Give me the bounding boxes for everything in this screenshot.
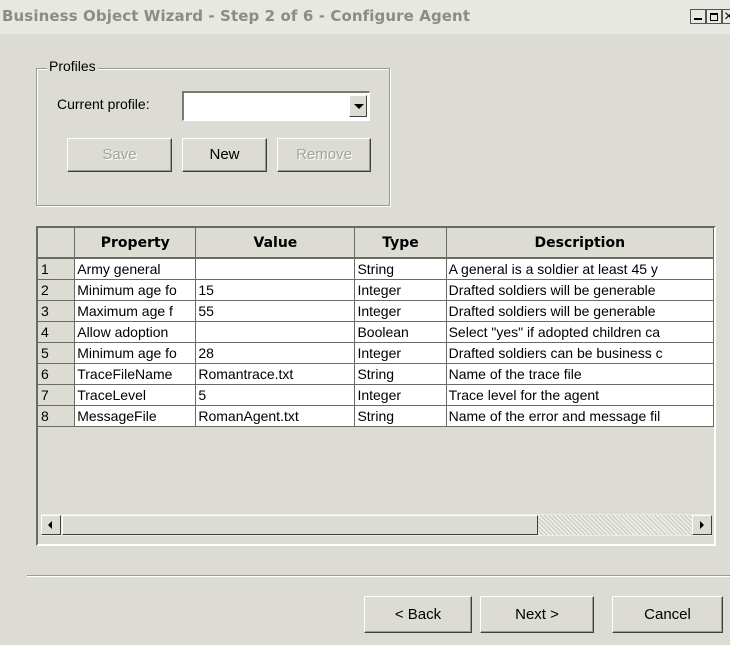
table-row[interactable]: 5 Minimum age fo 28 Integer Drafted soldiers… (38, 342, 714, 364)
property-cell[interactable]: Minimum age fo (74, 342, 197, 364)
column-header-value[interactable]: Value (195, 228, 356, 259)
description-cell[interactable]: Drafted soldiers can be business c (446, 342, 714, 364)
row-number[interactable]: 8 (38, 405, 76, 427)
description-cell[interactable]: Trace level for the agent (446, 384, 714, 406)
row-number[interactable]: 4 (38, 321, 76, 343)
value-cell[interactable] (195, 321, 356, 343)
grid-empty-area (38, 483, 714, 513)
row-number[interactable]: 5 (38, 342, 76, 364)
cancel-button[interactable]: Cancel (612, 596, 723, 633)
horizontal-scrollbar[interactable] (41, 514, 712, 536)
scroll-track[interactable] (538, 515, 692, 535)
arrow-left-icon (48, 521, 52, 529)
table-row[interactable]: 7 TraceLevel 5 Integer Trace level for the a… (38, 384, 714, 406)
description-cell[interactable]: Name of the error and message fil (446, 405, 714, 427)
row-number[interactable]: 1 (38, 258, 76, 280)
value-cell[interactable]: Romantrace.txt (195, 363, 356, 385)
row-number[interactable]: 2 (38, 279, 76, 301)
row-number[interactable]: 3 (38, 300, 76, 322)
back-button[interactable]: < Back (364, 596, 472, 633)
window-title: Business Object Wizard - Step 2 of 6 - C… (2, 7, 471, 25)
column-header-description[interactable]: Description (446, 228, 714, 259)
column-header-type[interactable]: Type (354, 228, 447, 259)
scroll-left-button[interactable] (41, 515, 61, 535)
value-cell[interactable]: 28 (195, 342, 356, 364)
property-cell[interactable]: Allow adoption (74, 321, 197, 343)
dropdown-button[interactable] (349, 95, 367, 117)
remove-button[interactable]: Remove (277, 138, 371, 172)
type-cell[interactable]: Integer (354, 384, 447, 406)
property-cell[interactable]: MessageFile (74, 405, 197, 427)
value-cell[interactable]: 5 (195, 384, 356, 406)
column-header-property[interactable]: Property (74, 228, 197, 259)
profiles-legend: Profiles (47, 58, 98, 74)
property-cell[interactable]: Army general (74, 258, 197, 280)
table-row[interactable]: 2 Minimum age fo 15 Integer Drafted soldiers… (38, 279, 714, 301)
row-number[interactable]: 7 (38, 384, 76, 406)
table-row[interactable]: 4 Allow adoption Boolean Select "yes" if ad… (38, 321, 714, 343)
value-cell[interactable] (195, 258, 356, 280)
maximize-icon[interactable] (706, 9, 722, 24)
minimize-icon[interactable] (690, 9, 706, 24)
property-cell[interactable]: Minimum age fo (74, 279, 197, 301)
type-cell[interactable]: Boolean (354, 321, 447, 343)
scroll-right-button[interactable] (692, 515, 712, 535)
description-cell[interactable]: Drafted soldiers will be generable (446, 300, 714, 322)
type-cell[interactable]: String (354, 405, 447, 427)
description-cell[interactable]: A general is a soldier at least 45 y (446, 258, 714, 280)
type-cell[interactable]: String (354, 363, 447, 385)
profiles-group (36, 68, 390, 206)
scroll-thumb[interactable] (62, 515, 538, 535)
table-row[interactable]: 1 Army general String A general is a soldie… (38, 258, 714, 280)
property-cell[interactable]: Maximum age f (74, 300, 197, 322)
type-cell[interactable]: Integer (354, 279, 447, 301)
title-bar: Business Object Wizard - Step 2 of 6 - C… (0, 0, 730, 34)
description-cell[interactable]: Select "yes" if adopted children ca (446, 321, 714, 343)
type-cell[interactable]: String (354, 258, 447, 280)
type-cell[interactable]: Integer (354, 342, 447, 364)
description-cell[interactable]: Name of the trace file (446, 363, 714, 385)
value-cell[interactable]: RomanAgent.txt (195, 405, 356, 427)
next-button[interactable]: Next > (480, 596, 594, 633)
value-cell[interactable]: 55 (195, 300, 356, 322)
chevron-down-icon (354, 104, 364, 109)
table-row[interactable]: 8 MessageFile RomanAgent.txt String Name of … (38, 405, 714, 427)
type-cell[interactable]: Integer (354, 300, 447, 322)
table-row[interactable]: 6 TraceFileName Romantrace.txt String Name o… (38, 363, 714, 385)
current-profile-dropdown[interactable] (182, 91, 370, 121)
current-profile-label: Current profile: (57, 96, 150, 112)
properties-grid[interactable]: Property Value Type Description 1 Army ge… (36, 226, 716, 546)
properties-table: Property Value Type Description 1 Army ge… (38, 228, 714, 427)
close-icon[interactable]: × (722, 9, 730, 24)
header-row: Property Value Type Description (38, 228, 714, 259)
property-cell[interactable]: TraceFileName (74, 363, 197, 385)
arrow-right-icon (700, 521, 704, 529)
table-row[interactable]: 3 Maximum age f 55 Integer Drafted soldiers … (38, 300, 714, 322)
column-header-rownum[interactable] (38, 228, 76, 259)
save-button[interactable]: Save (67, 138, 172, 172)
separator (27, 575, 730, 577)
value-cell[interactable]: 15 (195, 279, 356, 301)
description-cell[interactable]: Drafted soldiers will be generable (446, 279, 714, 301)
row-number[interactable]: 6 (38, 363, 76, 385)
property-cell[interactable]: TraceLevel (74, 384, 197, 406)
new-button[interactable]: New (182, 138, 267, 172)
